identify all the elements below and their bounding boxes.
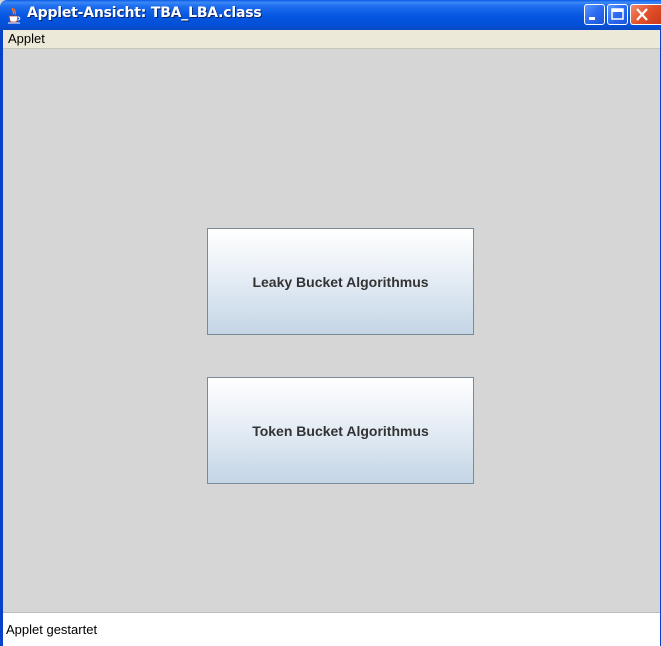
java-cup-icon[interactable] <box>6 7 22 24</box>
applet-window: Applet-Ansicht: TBA_LBA.class Applet Lea… <box>0 0 661 646</box>
token-bucket-button[interactable]: Token Bucket Algorithmus <box>207 377 474 484</box>
menu-bar: Applet <box>3 30 660 49</box>
applet-content: Leaky Bucket Algorithmus Token Bucket Al… <box>3 49 660 612</box>
minimize-button[interactable] <box>584 4 605 25</box>
close-button[interactable] <box>630 4 661 25</box>
menu-applet[interactable]: Applet <box>6 31 47 46</box>
maximize-button[interactable] <box>607 4 628 25</box>
token-bucket-button-label: Token Bucket Algorithmus <box>252 422 429 439</box>
leaky-bucket-button[interactable]: Leaky Bucket Algorithmus <box>207 228 474 335</box>
title-bar[interactable]: Applet-Ansicht: TBA_LBA.class <box>0 0 661 30</box>
window-title: Applet-Ansicht: TBA_LBA.class <box>27 5 262 21</box>
status-bar: Applet gestartet <box>3 612 660 646</box>
leaky-bucket-button-label: Leaky Bucket Algorithmus <box>252 273 429 290</box>
status-text: Applet gestartet <box>6 622 98 637</box>
